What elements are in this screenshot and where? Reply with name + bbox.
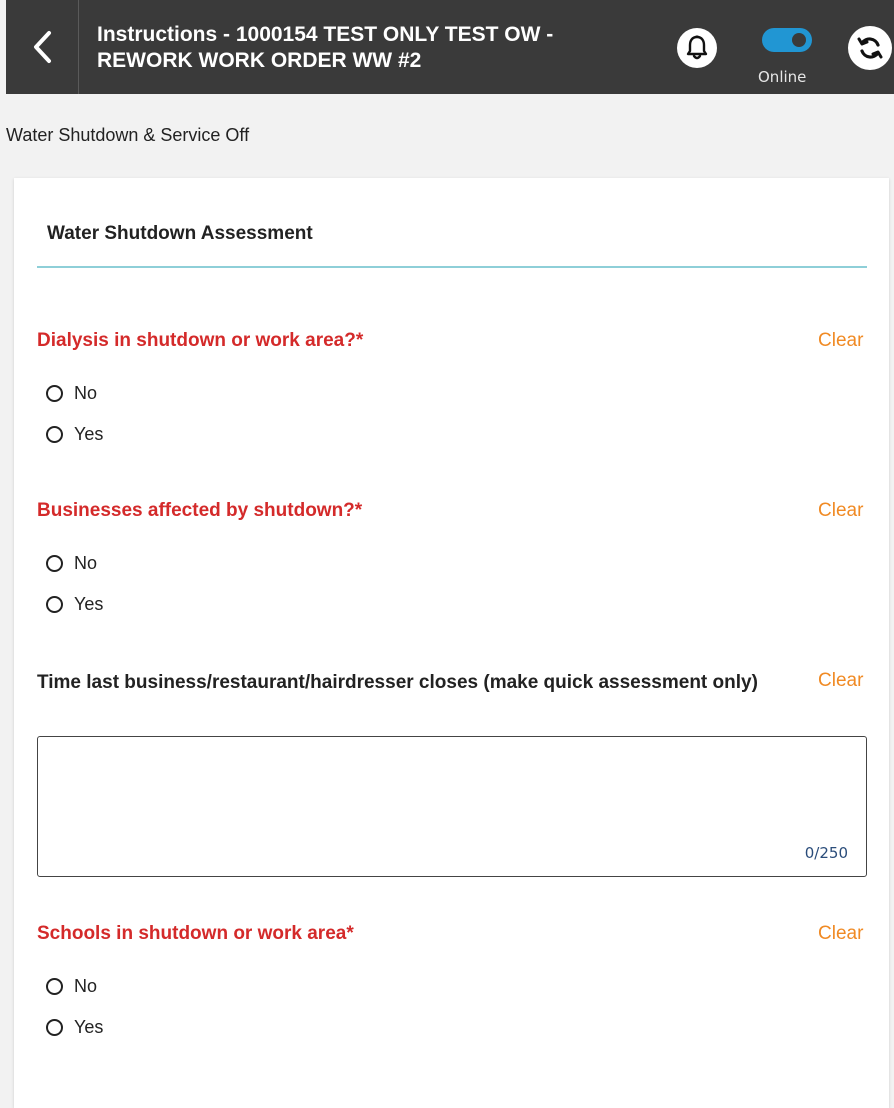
radio-label: Yes <box>74 594 104 614</box>
dialysis-option-no[interactable]: No <box>46 383 97 404</box>
radio-unchecked-icon <box>46 555 63 572</box>
online-status-label: Online <box>758 68 807 86</box>
dialysis-option-yes[interactable]: Yes <box>46 424 103 445</box>
page-title-line2: REWORK WORK ORDER WW #2 <box>97 49 422 72</box>
radio-label: Yes <box>74 1017 104 1037</box>
card-divider <box>37 266 867 268</box>
clear-schools-button[interactable]: Clear <box>818 923 863 945</box>
radio-label: No <box>74 383 98 403</box>
section-label: Water Shutdown & Service Off <box>6 125 250 145</box>
schools-option-yes[interactable]: Yes <box>46 1017 103 1038</box>
sync-button[interactable] <box>848 26 892 70</box>
question-closing-time-label: Time last business/restaurant/hairdresse… <box>37 672 758 693</box>
question-businesses-label: Businesses affected by shutdown?* <box>37 500 363 521</box>
radio-label: No <box>74 553 98 573</box>
assessment-card: Water Shutdown Assessment Dialysis in sh… <box>14 178 889 1108</box>
closing-time-textarea[interactable]: 0/250 <box>37 736 867 877</box>
card-title: Water Shutdown Assessment <box>47 223 313 244</box>
online-toggle[interactable] <box>762 28 812 52</box>
toggle-knob <box>792 33 806 47</box>
radio-unchecked-icon <box>46 426 63 443</box>
chevron-left-icon <box>34 31 51 63</box>
notifications-button[interactable] <box>677 28 717 68</box>
businesses-option-no[interactable]: No <box>46 553 97 574</box>
businesses-option-yes[interactable]: Yes <box>46 594 103 615</box>
radio-unchecked-icon <box>46 978 63 995</box>
radio-unchecked-icon <box>46 1019 63 1036</box>
radio-unchecked-icon <box>46 385 63 402</box>
bell-icon <box>686 35 708 60</box>
page-title-line1: Instructions - 1000154 TEST ONLY TEST OW… <box>97 23 554 46</box>
sync-icon <box>857 37 883 59</box>
question-schools-label: Schools in shutdown or work area* <box>37 923 354 944</box>
radio-label: Yes <box>74 424 104 444</box>
schools-option-no[interactable]: No <box>46 976 97 997</box>
radio-label: No <box>74 976 98 996</box>
question-dialysis-label: Dialysis in shutdown or work area?* <box>37 330 364 351</box>
radio-unchecked-icon <box>46 596 63 613</box>
clear-dialysis-button[interactable]: Clear <box>818 330 863 352</box>
page-title: Instructions - 1000154 TEST ONLY TEST OW… <box>97 22 637 74</box>
clear-closing-time-button[interactable]: Clear <box>818 670 863 692</box>
app-header: Instructions - 1000154 TEST ONLY TEST OW… <box>6 0 894 94</box>
char-counter: 0/250 <box>804 844 848 862</box>
back-button[interactable] <box>6 0 79 94</box>
clear-businesses-button[interactable]: Clear <box>818 500 863 522</box>
